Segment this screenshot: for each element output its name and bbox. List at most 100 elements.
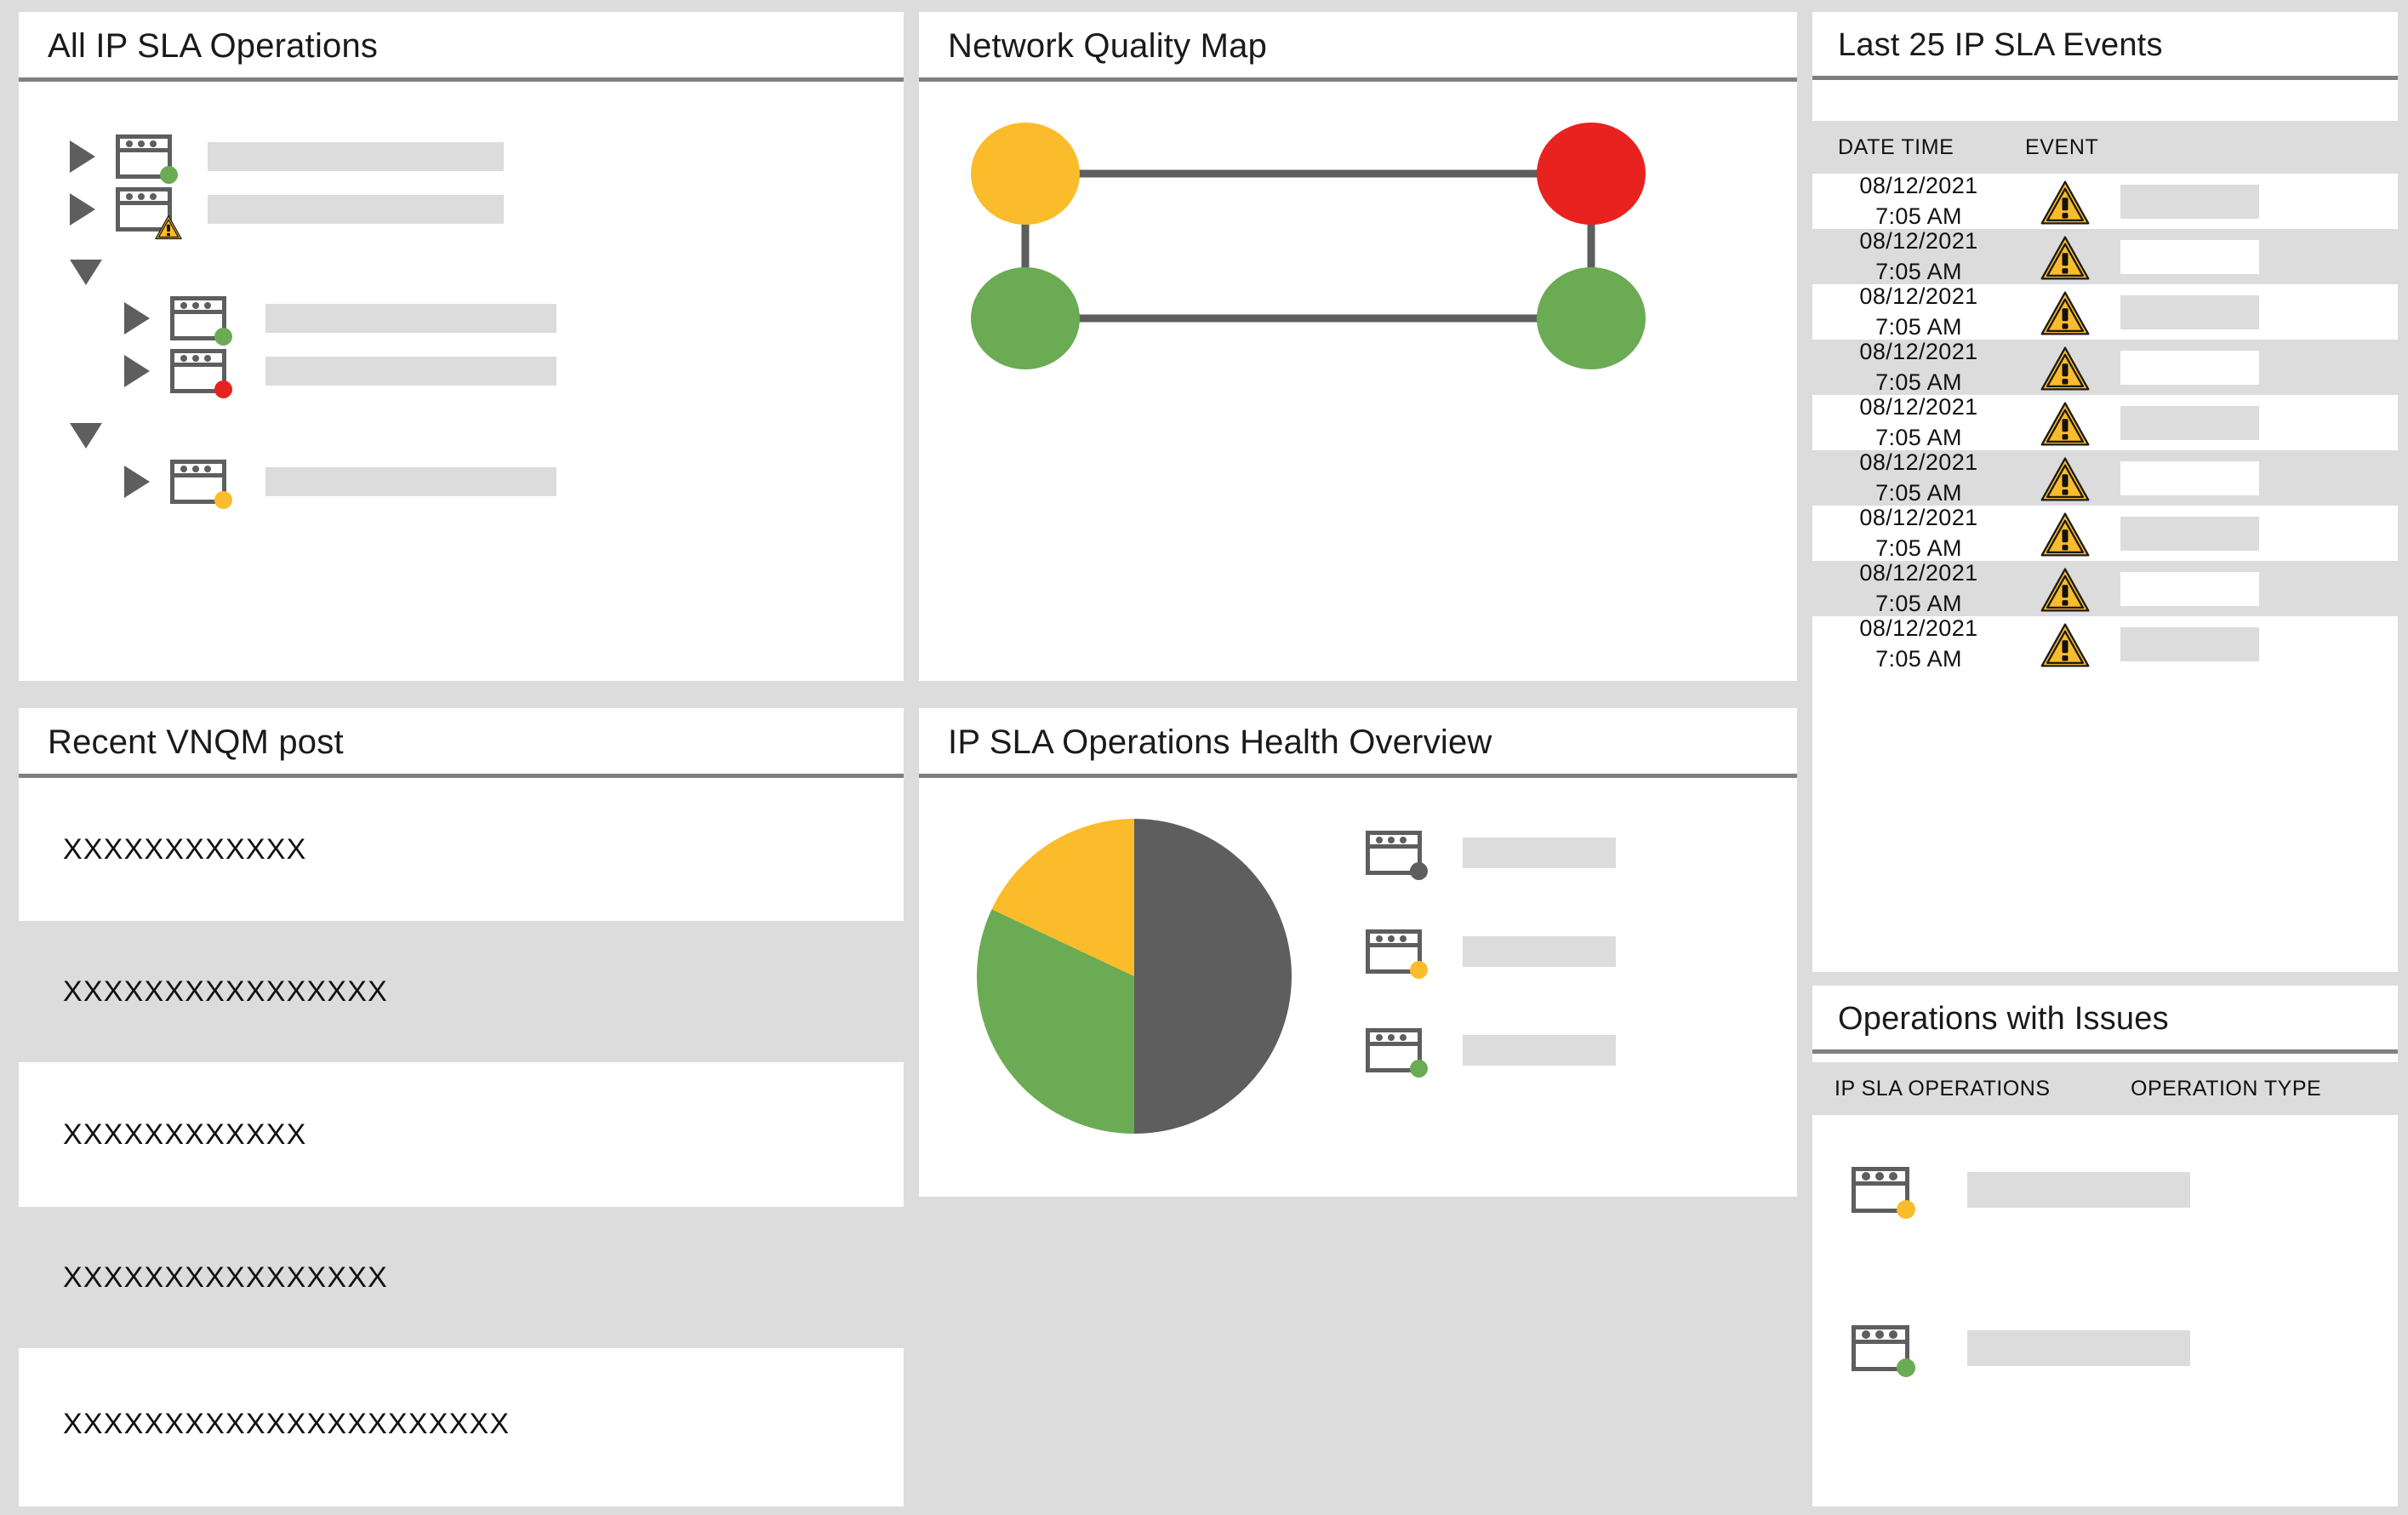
health-pie-chart[interactable] <box>977 819 1292 1138</box>
map-node-bottom-right[interactable] <box>1537 267 1646 369</box>
window-icon-dot <box>1400 836 1407 843</box>
event-datetime: 08/12/2021 7:05 AM <box>1812 392 2025 453</box>
window-icon-dot <box>1388 1033 1395 1041</box>
window-icon-operation[interactable] <box>116 187 182 239</box>
event-datetime: 08/12/2021 7:05 AM <box>1812 614 2025 674</box>
event-description-placeholder <box>2120 516 2259 551</box>
health-legend-item[interactable] <box>1366 1020 1616 1081</box>
event-row[interactable]: 08/12/2021 7:05 AM <box>1812 392 2398 453</box>
window-icon-operation[interactable] <box>170 296 232 346</box>
status-dot-yellow <box>214 491 232 510</box>
window-icon-operation[interactable] <box>116 134 178 185</box>
issue-row[interactable] <box>1812 1154 2190 1226</box>
chevron-right-icon[interactable] <box>124 302 150 334</box>
window-icon-dot <box>150 192 157 200</box>
vnqm-post-item[interactable]: XXXXXXXXXXXX <box>19 778 904 921</box>
pie-chart-svg <box>977 819 1292 1134</box>
window-icon-legend[interactable] <box>1366 831 1428 881</box>
window-icon-titlebar <box>174 464 222 477</box>
window-icon-dot <box>138 192 145 200</box>
panel-title-operations-with-issues: Operations with Issues <box>1812 986 2398 1054</box>
status-dot-green <box>1409 1060 1428 1078</box>
health-legend-item[interactable] <box>1366 822 1616 883</box>
window-icon-dot <box>138 140 145 147</box>
event-date: 08/12/2021 <box>1859 227 1978 254</box>
event-datetime: 08/12/2021 7:05 AM <box>1812 226 2025 287</box>
window-icon-titlebar <box>1370 934 1418 947</box>
chevron-down-icon[interactable] <box>70 260 102 285</box>
window-icon-titlebar <box>174 353 222 367</box>
map-node-bottom-left[interactable] <box>971 267 1080 369</box>
event-row[interactable]: 08/12/2021 7:05 AM <box>1812 283 2398 340</box>
warning-icon <box>2040 399 2093 447</box>
window-icon-dot <box>192 301 199 309</box>
event-date: 08/12/2021 <box>1859 393 1978 420</box>
window-icon-dot <box>1400 1033 1407 1041</box>
warning-icon <box>2040 289 2093 336</box>
chevron-right-icon[interactable] <box>70 193 95 226</box>
event-row[interactable]: 08/12/2021 7:05 AM <box>1812 503 2398 563</box>
event-row[interactable]: 08/12/2021 7:05 AM <box>1812 173 2398 229</box>
chevron-right-icon[interactable] <box>124 355 150 387</box>
panel-title-network-quality-map: Network Quality Map <box>919 12 1797 82</box>
window-icon-legend[interactable] <box>1366 929 1428 980</box>
window-icon-dot <box>192 465 199 472</box>
tree-leaf-row[interactable] <box>19 294 904 346</box>
event-description-placeholder <box>2120 294 2259 329</box>
map-node-top-left[interactable] <box>971 123 1080 225</box>
window-icon-legend[interactable] <box>1366 1028 1428 1078</box>
window-icon-operation[interactable] <box>170 349 232 399</box>
event-date: 08/12/2021 <box>1859 559 1978 586</box>
chevron-right-icon[interactable] <box>124 466 150 498</box>
network-topology-canvas[interactable] <box>919 82 1797 669</box>
operation-name-placeholder <box>265 467 556 496</box>
chevron-right-icon[interactable] <box>70 140 95 173</box>
window-icon-operation[interactable] <box>170 460 232 510</box>
event-row[interactable]: 08/12/2021 7:05 AM <box>1812 449 2398 506</box>
event-row[interactable]: 08/12/2021 7:05 AM <box>1812 559 2398 616</box>
event-row[interactable]: 08/12/2021 7:05 AM <box>1812 614 2398 674</box>
panel-title-health-overview: IP SLA Operations Health Overview <box>919 708 1797 778</box>
window-icon-dot <box>1889 1172 1897 1181</box>
tree-leaf-row[interactable] <box>19 347 904 399</box>
panel-ip-sla-operations-health-overview: IP SLA Operations Health Overview <box>919 708 1797 1197</box>
window-icon-issue[interactable] <box>1852 1325 1916 1377</box>
panel-network-quality-map: Network Quality Map <box>919 12 1797 681</box>
pie-slice-unknown <box>1134 819 1292 1134</box>
vnqm-post-item[interactable]: XXXXXXXXXXXX <box>19 1062 904 1207</box>
health-legend-item[interactable] <box>1366 921 1616 982</box>
event-row[interactable]: 08/12/2021 7:05 AM <box>1812 339 2398 395</box>
event-description-placeholder <box>2120 571 2259 606</box>
event-description-placeholder <box>2120 350 2259 385</box>
issue-row[interactable] <box>1812 1312 2190 1384</box>
window-icon-issue[interactable] <box>1852 1167 1916 1219</box>
warning-icon <box>2040 620 2093 668</box>
status-dot-yellow <box>1897 1199 1916 1219</box>
event-time: 7:05 AM <box>1875 645 1962 672</box>
window-icon-dot <box>1376 1033 1383 1041</box>
map-node-top-right[interactable] <box>1537 123 1646 225</box>
tree-leaf-row[interactable] <box>19 133 904 185</box>
column-header-event: EVENT <box>2025 134 2099 159</box>
warning-icon <box>2040 233 2093 281</box>
window-icon-dot <box>150 140 157 147</box>
event-datetime: 08/12/2021 7:05 AM <box>1812 503 2025 563</box>
vnqm-post-item[interactable]: XXXXXXXXXXXXXXXX <box>19 921 904 1062</box>
event-description-placeholder <box>2120 405 2259 440</box>
panel-last-25-ip-sla-events: Last 25 IP SLA Events DATE TIME EVENT 08/1… <box>1812 12 2398 972</box>
window-icon-dot <box>1875 1330 1884 1339</box>
tree-group-row[interactable] <box>19 249 904 296</box>
vnqm-post-item[interactable]: XXXXXXXXXXXXXXXXXXXXXX <box>19 1348 904 1500</box>
vnqm-post-item[interactable]: XXXXXXXXXXXXXXXX <box>19 1207 904 1348</box>
window-icon-dot <box>1388 935 1395 942</box>
vnqm-post-text: XXXXXXXXXXXX <box>63 1118 307 1151</box>
window-icon-dot <box>126 192 133 200</box>
event-description-placeholder <box>2120 626 2259 661</box>
events-table-header: DATE TIME EVENT <box>1812 121 2398 174</box>
tree-leaf-row[interactable] <box>19 186 904 239</box>
tree-group-row[interactable] <box>19 412 904 460</box>
chevron-down-icon[interactable] <box>70 423 102 449</box>
event-row[interactable]: 08/12/2021 7:05 AM <box>1812 226 2398 287</box>
window-icon-dot <box>1376 935 1383 942</box>
tree-leaf-row[interactable] <box>19 458 904 510</box>
